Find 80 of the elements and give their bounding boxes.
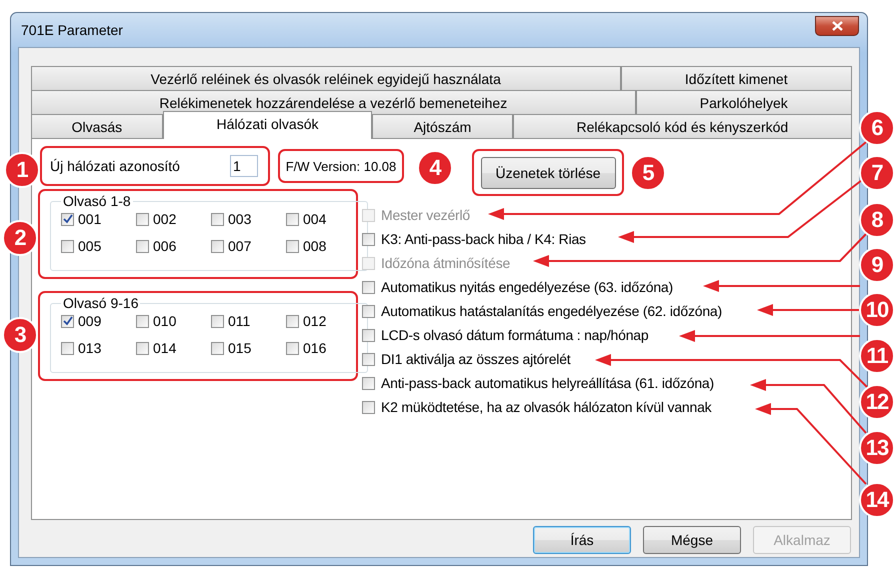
checkbox-label: 009 xyxy=(78,313,102,329)
tab[interactable]: Vezérlő reléinek és olvasók reléinek egyidejű használata xyxy=(31,66,620,90)
checkbox-label: 010 xyxy=(153,313,176,329)
tab[interactable]: Ajtószám xyxy=(372,114,513,138)
checkbox[interactable] xyxy=(211,212,224,226)
checkbox[interactable] xyxy=(362,400,375,414)
checkbox-label: Automatikus hatástalanítás engedélyezése (62. időzóna) xyxy=(381,303,722,319)
callout-number: 7 xyxy=(859,155,895,191)
callout-number: 3 xyxy=(2,317,38,353)
checkbox-label: 013 xyxy=(78,340,102,356)
callout-number: 11 xyxy=(859,338,895,374)
tab[interactable]: Olvasás xyxy=(31,114,163,138)
tab[interactable]: Relékapcsoló kód és kényszerkód xyxy=(512,114,852,138)
checkbox[interactable] xyxy=(362,280,375,294)
checkbox[interactable] xyxy=(211,342,224,354)
tab[interactable]: Parkolóhelyek xyxy=(636,90,852,114)
callout-number: 2 xyxy=(2,220,38,256)
callout-number: 9 xyxy=(859,247,895,283)
checkbox-label: K3: Anti-pass-back hiba / K4: Rias xyxy=(381,231,586,247)
close-icon xyxy=(832,21,842,31)
tab[interactable]: Relékimenetek hozzárendelése a vezérlő bemeneteihez xyxy=(31,90,636,114)
checkbox-label: 016 xyxy=(303,340,326,356)
checkbox[interactable] xyxy=(211,240,224,252)
field-label: Új hálózati azonosító xyxy=(50,158,180,174)
firmware-version: F/W Version: 10.08 xyxy=(286,158,396,174)
checkbox-label: 001 xyxy=(78,211,102,227)
checkbox-label: 005 xyxy=(78,238,102,254)
callout-number: 14 xyxy=(859,482,895,518)
input-field[interactable]: 1 xyxy=(230,155,258,177)
checkbox[interactable] xyxy=(362,352,375,366)
checkbox-label: 002 xyxy=(153,211,176,227)
checkbox[interactable] xyxy=(286,240,299,252)
group-title: Olvasó 1-8 xyxy=(62,193,132,209)
checkbox-label: 008 xyxy=(303,238,326,254)
callout-number: 8 xyxy=(859,202,895,238)
checkbox[interactable] xyxy=(61,314,74,328)
tab[interactable]: Időzített kimenet xyxy=(620,66,852,90)
checkbox-label: 015 xyxy=(228,340,252,356)
callout-number: 10 xyxy=(859,292,895,328)
checkbox[interactable] xyxy=(286,342,299,354)
checkbox[interactable] xyxy=(61,212,74,226)
checkbox[interactable] xyxy=(286,314,299,328)
checkbox[interactable] xyxy=(61,240,74,252)
checkbox[interactable] xyxy=(362,232,375,246)
checkbox[interactable] xyxy=(211,314,224,328)
callout-number: 12 xyxy=(859,384,895,420)
window-title: 701E Parameter xyxy=(21,22,123,38)
checkbox[interactable] xyxy=(136,314,149,328)
checkbox-label: K2 müködtetése, ha az olvasók hálózaton kívül vannak xyxy=(381,399,712,415)
checkbox-label: DI1 aktiválja az összes ajtórelét xyxy=(381,351,570,367)
dialog-button[interactable]: Mégse xyxy=(643,526,741,554)
checkbox-label: 007 xyxy=(228,238,252,254)
callout-number: 13 xyxy=(859,430,895,466)
checkbox-label: 012 xyxy=(303,313,326,329)
checkbox-label: 004 xyxy=(303,211,326,227)
checkbox-label: 014 xyxy=(153,340,176,356)
checkbox-label: Anti-pass-back automatikus helyreállítása (61. időzóna) xyxy=(381,375,714,391)
checkbox[interactable] xyxy=(136,212,149,226)
checkbox[interactable] xyxy=(136,342,149,354)
checkbox-label: 003 xyxy=(228,211,252,227)
checkbox[interactable] xyxy=(136,240,149,252)
checkbox-label: 011 xyxy=(228,313,250,329)
dialog-button[interactable]: Írás xyxy=(533,526,631,554)
checkbox-label: Automatikus nyitás engedélyezése (63. időzóna) xyxy=(381,279,673,295)
checkbox[interactable] xyxy=(286,212,299,226)
clear-messages-button[interactable]: Üzenetek törlése xyxy=(480,156,616,188)
checkbox-label: Időzóna átminősítése xyxy=(381,255,510,271)
checkbox-label: 006 xyxy=(153,238,176,254)
checkbox-label: LCD-s olvasó dátum formátuma : nap/hónap xyxy=(381,327,648,343)
callout-number: 6 xyxy=(859,110,895,146)
check-icon xyxy=(62,214,72,224)
tab[interactable]: Hálózati olvasók xyxy=(162,111,372,139)
checkbox[interactable] xyxy=(362,328,375,342)
checkbox[interactable] xyxy=(61,342,74,354)
group-title: Olvasó 9-16 xyxy=(62,295,140,311)
check-icon xyxy=(62,316,72,326)
checkbox[interactable] xyxy=(362,304,375,318)
checkbox[interactable] xyxy=(362,376,375,390)
checkbox-label: Mester vezérlő xyxy=(381,207,470,223)
close-button[interactable] xyxy=(815,16,859,36)
